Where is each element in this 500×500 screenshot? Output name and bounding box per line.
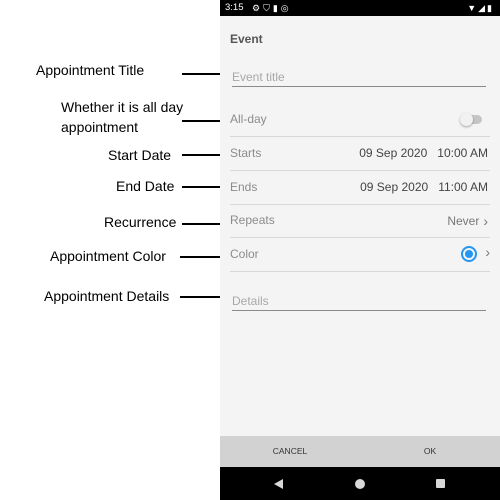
repeats-value-text: Never (447, 214, 480, 228)
status-right-icons: ▼◢▮ (467, 0, 494, 16)
sim-icon: ▮ (272, 3, 281, 13)
starts-label: Starts (230, 146, 262, 160)
status-bar: 3:15 ⚙⛉▮◎ ▼◢▮ (220, 0, 500, 16)
ends-time[interactable]: 11:00 AM (438, 180, 488, 194)
event-title-input[interactable]: Event title (232, 68, 486, 87)
signal-icon: ◢ (478, 3, 488, 13)
all-day-row[interactable]: All-day (230, 102, 490, 137)
chevron-right-icon: › (485, 244, 490, 260)
repeats-label: Repeats (230, 213, 275, 227)
callout-label: Appointment Title (36, 62, 145, 78)
all-day-toggle[interactable] (460, 113, 482, 126)
repeats-value[interactable]: Never › (447, 213, 488, 229)
ok-button[interactable]: OK (395, 436, 465, 467)
wifi-icon: ▼ (467, 3, 479, 13)
color-swatch[interactable] (461, 246, 477, 262)
callout-label: Appointment Details (44, 288, 170, 304)
ends-label: Ends (230, 180, 258, 194)
all-day-label: All-day (230, 112, 267, 126)
starts-time[interactable]: 10:00 AM (437, 146, 488, 160)
color-row[interactable]: Color › (230, 237, 490, 272)
toggle-knob (460, 113, 473, 126)
recents-icon[interactable] (436, 479, 445, 488)
gear-icon: ⚙ (252, 3, 264, 13)
starts-date[interactable]: 09 Sep 2020 (359, 146, 427, 160)
back-icon[interactable] (274, 479, 283, 489)
status-icons: ⚙⛉▮◎ (252, 0, 292, 16)
chevron-right-icon: › (483, 213, 488, 229)
sync-icon: ◎ (280, 3, 292, 13)
status-time: 3:15 (225, 2, 244, 13)
starts-row[interactable]: Starts 09 Sep 2020 10:00 AM (230, 136, 490, 171)
callout-label: Appointment Color (50, 248, 166, 264)
ends-date[interactable]: 09 Sep 2020 (360, 180, 428, 194)
starts-value[interactable]: 09 Sep 2020 10:00 AM (359, 146, 488, 160)
details-input[interactable]: Details (232, 292, 486, 311)
ends-row[interactable]: Ends 09 Sep 2020 11:00 AM (230, 170, 490, 205)
details-placeholder: Details (232, 294, 269, 308)
callout-label: Recurrence (104, 214, 177, 230)
home-icon[interactable] (355, 479, 365, 489)
color-label: Color (230, 247, 259, 261)
cancel-button[interactable]: CANCEL (250, 436, 330, 467)
phone-screen: 3:15 ⚙⛉▮◎ ▼◢▮ Event Event title All-day … (220, 0, 500, 500)
shield-icon: ⛉ (263, 3, 273, 13)
repeats-row[interactable]: Repeats Never › (230, 203, 490, 238)
editor-header: Event (230, 32, 263, 46)
callout-label: End Date (116, 178, 175, 194)
navigation-bar (220, 467, 500, 500)
callout-label: Whether it is all day appointment (61, 99, 184, 135)
callout-label: Start Date (108, 147, 172, 163)
battery-icon: ▮ (487, 3, 494, 13)
dialog-footer: CANCEL OK (220, 436, 500, 467)
event-title-placeholder: Event title (232, 70, 285, 84)
ends-value[interactable]: 09 Sep 2020 11:00 AM (360, 180, 488, 194)
